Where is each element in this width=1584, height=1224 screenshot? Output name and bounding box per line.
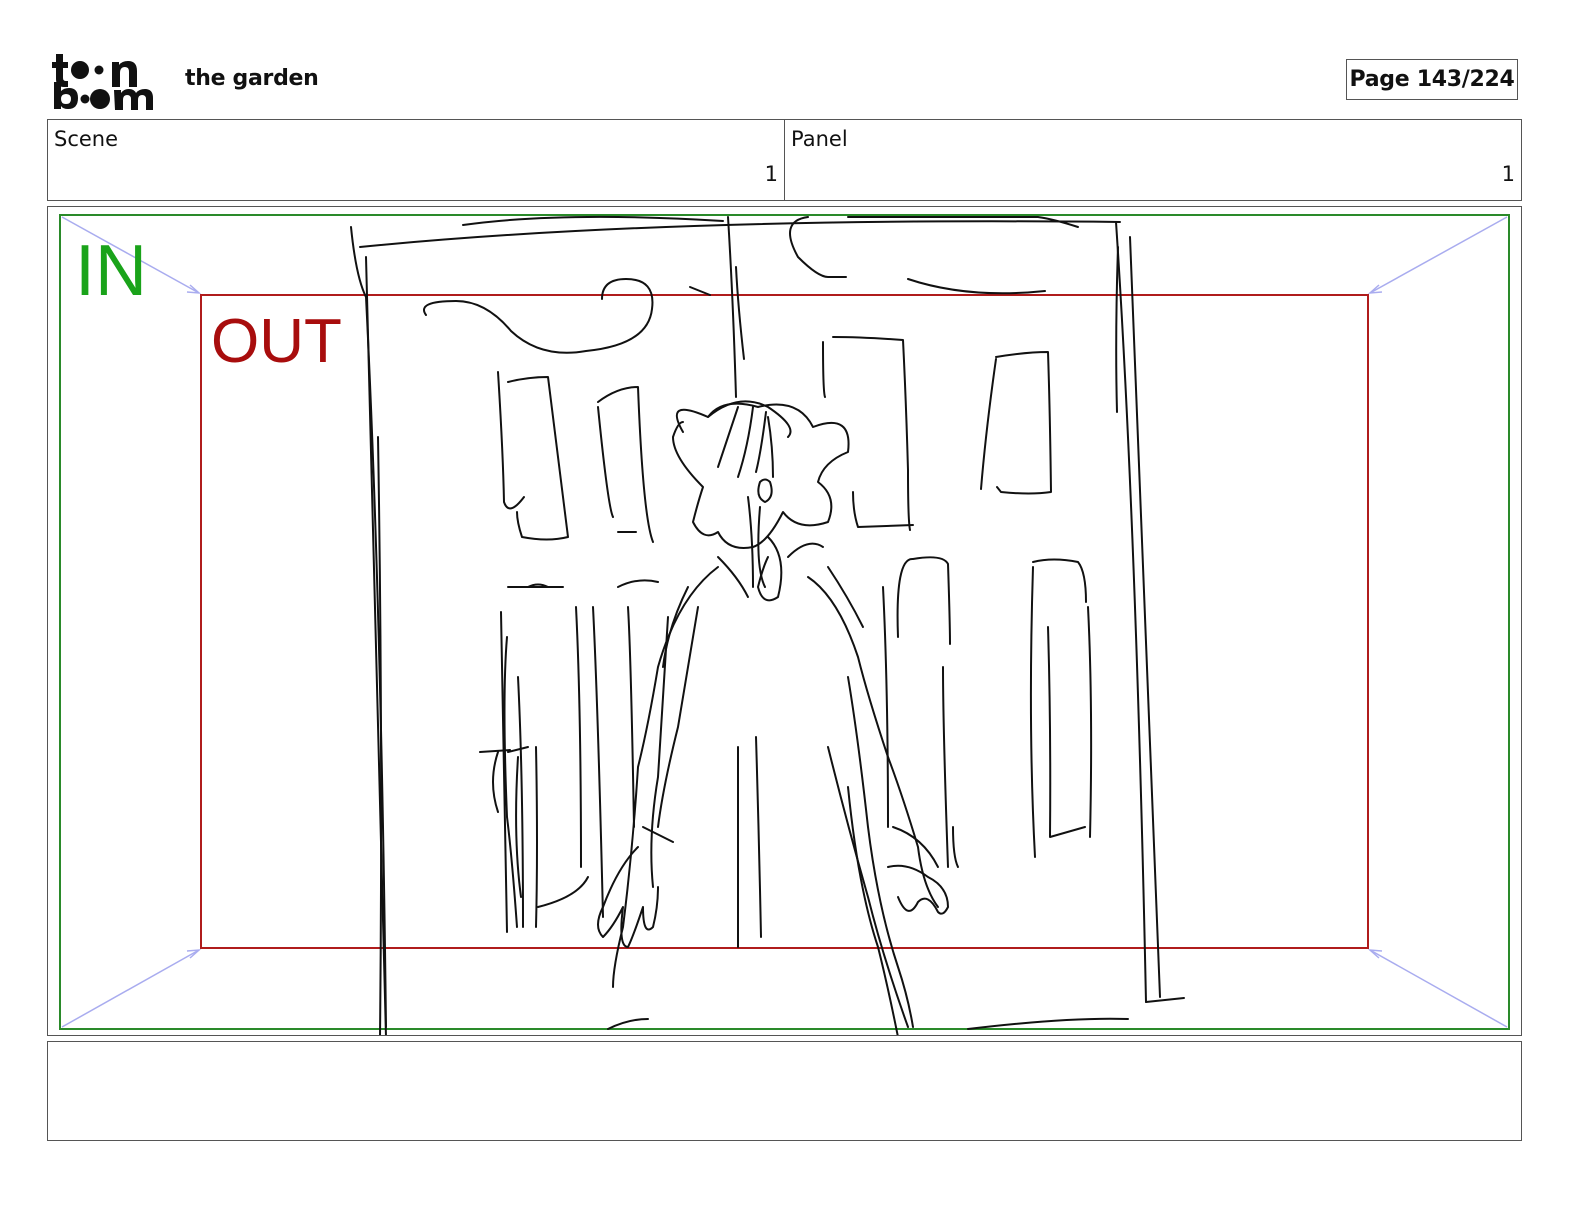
panel-cell: Panel 1 — [784, 120, 1521, 200]
panel-number: 1 — [1501, 162, 1515, 186]
storyboard-panel: IN OUT — [47, 206, 1522, 1036]
info-row: Scene 1 Panel 1 — [47, 119, 1522, 201]
scene-cell: Scene 1 — [48, 120, 784, 200]
page-indicator: Page 143/224 — [1346, 59, 1518, 100]
sketch-lines — [350, 215, 1185, 1035]
project-title: the garden — [185, 66, 319, 91]
out-frame-label: OUT — [211, 307, 342, 376]
scene-number: 1 — [764, 162, 778, 186]
in-frame-label: IN — [75, 231, 147, 311]
panel-label: Panel — [791, 127, 848, 151]
panel-notes-box — [47, 1041, 1522, 1141]
toon-boom-logo — [52, 54, 153, 110]
scene-label: Scene — [54, 127, 119, 151]
